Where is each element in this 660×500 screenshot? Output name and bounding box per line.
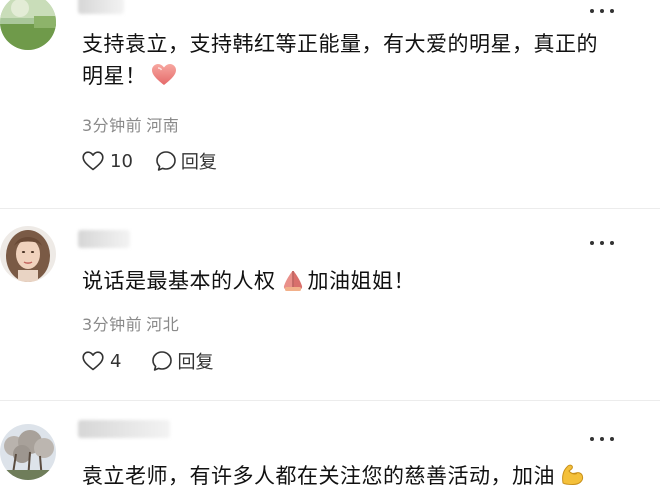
more-icon[interactable] — [590, 434, 614, 444]
avatar[interactable] — [0, 0, 56, 50]
comment-text: 袁立老师，有许多人都在关注您的慈善活动，加油 — [82, 460, 630, 492]
reply-button[interactable]: 回复 — [155, 148, 217, 174]
comment-item: 说话是最基本的人权 加油姐姐！ 3分钟前 河北 4 回复 — [0, 210, 660, 400]
comment-location: 河南 — [146, 116, 180, 135]
reply-label: 回复 — [177, 352, 214, 373]
reply-bubble-icon — [152, 351, 173, 371]
comment-actions: 4 回复 — [82, 348, 213, 374]
comment-item: 支持袁立，支持韩红等正能量，有大爱的明星，真正的 明星！ 3分钟前 河南 10 回… — [0, 0, 660, 210]
avatar[interactable] — [0, 424, 56, 480]
heart-emoji-icon — [151, 64, 176, 85]
comment-actions: 10 回复 — [82, 148, 217, 174]
username-blurred[interactable] — [78, 420, 170, 438]
comment-location: 河北 — [146, 315, 180, 334]
comment-text: 支持袁立，支持韩红等正能量，有大爱的明星，真正的 明星！ — [82, 28, 630, 92]
like-count: 4 — [110, 350, 122, 372]
heart-outline-icon — [82, 351, 104, 371]
comment-text-line: 明星！ — [82, 60, 630, 92]
comment-meta: 3分钟前 河南 — [82, 112, 179, 136]
like-button[interactable]: 4 — [82, 351, 121, 372]
username-blurred[interactable] — [78, 0, 124, 14]
comment-text-segment: 说话是最基本的人权 — [82, 269, 276, 293]
username-blurred[interactable] — [78, 230, 130, 248]
comment-text-segment: 加油姐姐！ — [307, 269, 415, 293]
like-count: 10 — [110, 150, 133, 172]
reply-label: 回复 — [180, 152, 217, 173]
comment-text-segment: 袁立老师，有许多人都在关注您的慈善活动，加油 — [82, 464, 555, 488]
divider — [0, 208, 660, 209]
praying-hands-emoji-icon — [283, 271, 302, 291]
comment-text-segment: 明星！ — [82, 64, 147, 88]
avatar[interactable] — [0, 226, 56, 282]
comment-time: 3分钟前 — [82, 315, 143, 334]
more-icon[interactable] — [590, 238, 614, 248]
comment-meta: 3分钟前 河北 — [82, 311, 179, 335]
flexed-biceps-emoji-icon — [562, 464, 584, 486]
comment-list: 支持袁立，支持韩红等正能量，有大爱的明星，真正的 明星！ 3分钟前 河南 10 回… — [0, 0, 660, 500]
comment-time: 3分钟前 — [82, 116, 143, 135]
comment-item: 袁立老师，有许多人都在关注您的慈善活动，加油 — [0, 400, 660, 500]
reply-button[interactable]: 回复 — [151, 348, 213, 374]
more-icon[interactable] — [590, 6, 614, 16]
heart-outline-icon — [82, 151, 104, 171]
reply-bubble-icon — [156, 151, 176, 171]
comment-text-line: 支持袁立，支持韩红等正能量，有大爱的明星，真正的 — [82, 32, 598, 56]
comment-text: 说话是最基本的人权 加油姐姐！ — [82, 265, 630, 297]
like-button[interactable]: 10 — [82, 151, 133, 172]
